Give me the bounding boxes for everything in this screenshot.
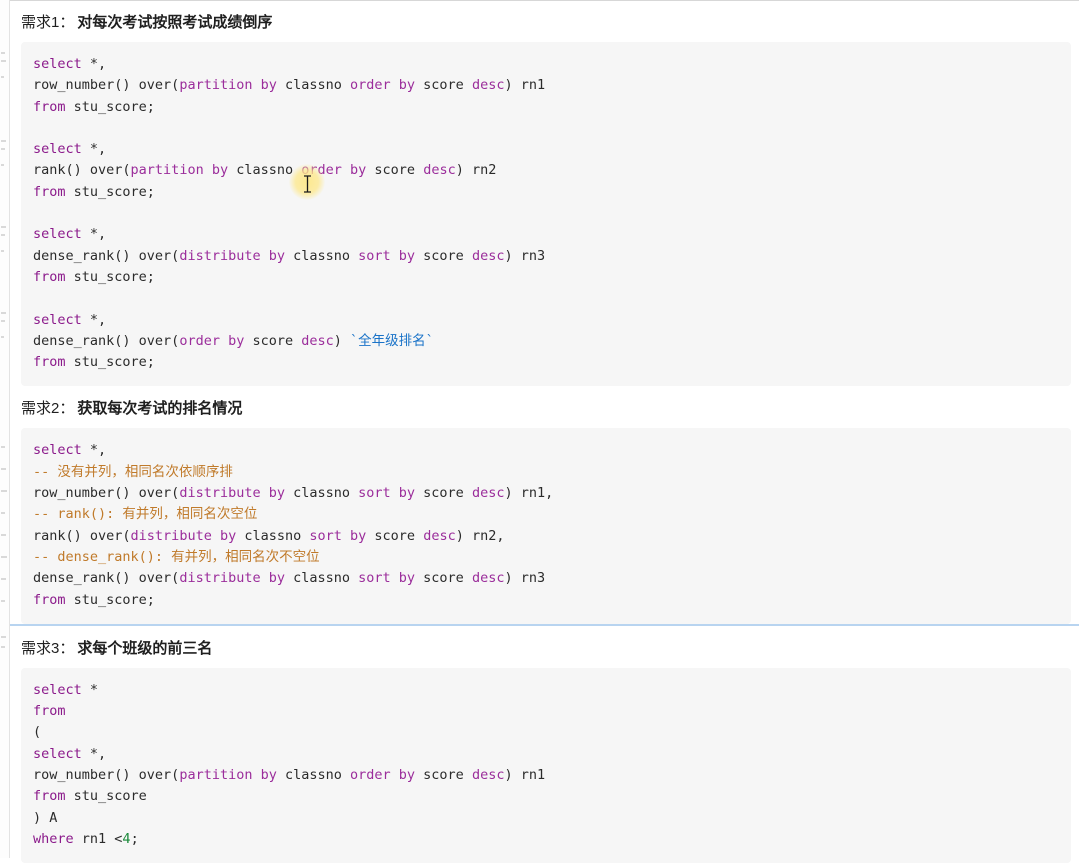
document-page: 需求1： 对每次考试按照考试成绩倒序 select *, row_number()…	[0, 0, 1079, 863]
section-label-req3: 需求3：	[21, 639, 75, 657]
section-desc-req3: 求每个班级的前三名	[77, 639, 213, 657]
section-title-req3: 需求3： 求每个班级的前三名	[9, 626, 1079, 668]
section-req1: 需求1： 对每次考试按照考试成绩倒序 select *, row_number()…	[9, 0, 1079, 387]
code-block-req1[interactable]: select *, row_number() over(partition by…	[21, 42, 1071, 387]
section-req2: 需求2： 获取每次考试的排名情况 select *, -- 没有并列，相同名次依顺…	[9, 386, 1079, 624]
section-desc-req2: 获取每次考试的排名情况	[77, 400, 243, 418]
section-title-req2: 需求2： 获取每次考试的排名情况	[9, 386, 1079, 428]
code-content-req3[interactable]: select * from ( select *, row_number() o…	[33, 680, 1057, 850]
section-label-req2: 需求2：	[21, 400, 75, 418]
code-content-req2[interactable]: select *, -- 没有并列，相同名次依顺序排 row_number() …	[33, 440, 1057, 610]
code-block-req2[interactable]: select *, -- 没有并列，相同名次依顺序排 row_number() …	[21, 428, 1071, 624]
section-req3: 需求3： 求每个班级的前三名 select * from ( select *, …	[9, 626, 1079, 863]
section-label-req1: 需求1：	[21, 14, 75, 31]
section-title-req1: 需求1： 对每次考试按照考试成绩倒序	[9, 0, 1079, 42]
left-gutter-strip[interactable]	[0, 0, 10, 858]
code-content-req1[interactable]: select *, row_number() over(partition by…	[33, 54, 1057, 373]
section-desc-req1: 对每次考试按照考试成绩倒序	[77, 14, 273, 31]
code-block-req3[interactable]: select * from ( select *, row_number() o…	[21, 667, 1071, 863]
